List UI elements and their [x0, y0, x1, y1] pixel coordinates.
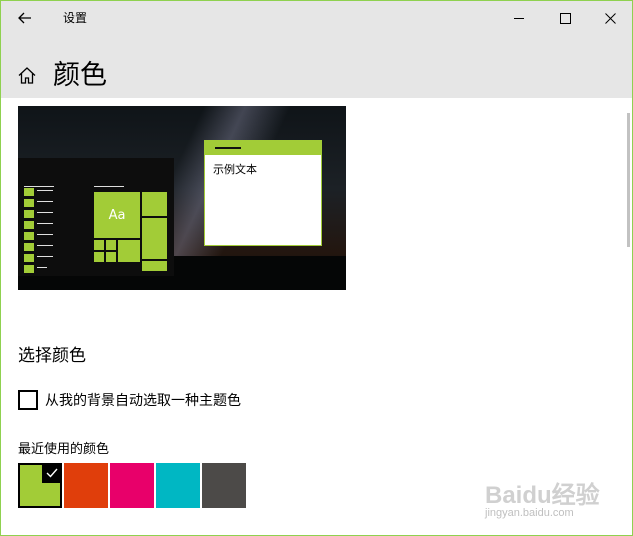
home-button[interactable]	[13, 63, 41, 87]
back-button[interactable]	[1, 1, 49, 35]
watermark-logo-text: Baidu经验	[485, 482, 600, 509]
preview-tile	[106, 240, 116, 250]
sample-window-preview: 示例文本	[204, 140, 322, 246]
minimize-button[interactable]	[496, 1, 542, 35]
watermark-url: jingyan.baidu.com	[485, 507, 574, 519]
maximize-icon	[559, 12, 571, 24]
auto-pick-accent-checkbox[interactable]	[18, 390, 38, 410]
preview-tile	[142, 192, 167, 216]
page-header: 颜色	[1, 35, 632, 98]
sample-window-titlebar	[205, 141, 321, 155]
window-title: 设置	[63, 11, 88, 25]
sample-text: 示例文本	[213, 163, 257, 176]
preview-tile	[94, 240, 104, 250]
close-icon	[604, 12, 616, 24]
vertical-scrollbar[interactable]	[627, 113, 630, 247]
selected-check-badge	[42, 463, 62, 483]
start-menu-header-line	[24, 186, 54, 187]
home-icon	[18, 66, 36, 84]
start-menu-icon-rail	[24, 188, 34, 278]
start-menu-item-lines	[37, 190, 53, 278]
preview-tile	[94, 252, 104, 262]
settings-window: 设置 颜色 Aa 示例文本 选择颜色 从我的背景自动选取一种主题色 最近使用的颜…	[0, 0, 633, 536]
section-title: 选择颜色	[18, 346, 86, 366]
color-swatch-orange[interactable]	[64, 463, 108, 508]
preview-tile	[142, 261, 167, 271]
back-arrow-icon	[18, 12, 31, 24]
tiles-header-line	[94, 186, 124, 187]
preview-tile-label: Aa	[108, 207, 126, 223]
preview-tile-large: Aa	[94, 192, 140, 238]
title-bar: 设置	[1, 1, 632, 35]
baidu-jingyan-watermark: Baidu经验 jingyan.baidu.com	[479, 469, 629, 527]
preview-tile	[106, 252, 116, 262]
color-swatch-lime[interactable]	[18, 463, 62, 508]
color-swatch-gray[interactable]	[202, 463, 246, 508]
color-swatch-pink[interactable]	[110, 463, 154, 508]
preview-tile	[142, 218, 167, 259]
preview-tile	[118, 240, 140, 262]
maximize-button[interactable]	[542, 1, 588, 35]
auto-pick-accent-label[interactable]: 从我的背景自动选取一种主题色	[45, 390, 241, 410]
theme-preview: Aa 示例文本	[18, 106, 346, 290]
close-button[interactable]	[587, 1, 632, 35]
minimize-icon	[513, 17, 524, 19]
start-menu-preview: Aa	[18, 158, 174, 276]
checkmark-icon	[46, 468, 58, 478]
recent-colors-label: 最近使用的颜色	[18, 442, 110, 457]
color-swatch-teal[interactable]	[156, 463, 200, 508]
page-title: 颜色	[53, 60, 107, 91]
